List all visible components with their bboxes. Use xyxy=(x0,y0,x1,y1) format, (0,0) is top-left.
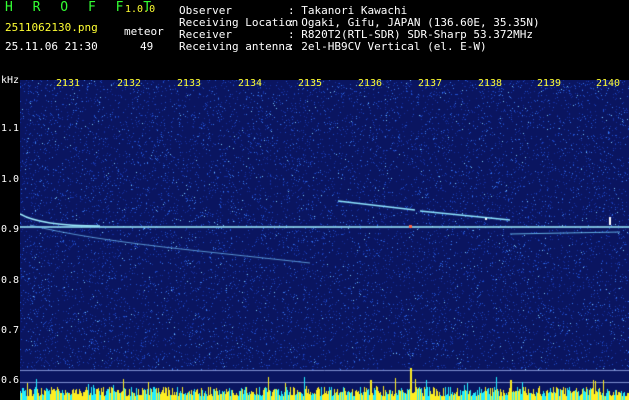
y-tick-label: 0.8 xyxy=(1,275,20,286)
x-tick-label: 2140 xyxy=(596,78,621,89)
x-tick-label: 2135 xyxy=(298,78,323,89)
x-tick-label: 2134 xyxy=(238,78,263,89)
y-tick-label: 1.1 xyxy=(1,123,20,134)
y-tick-label: 1.0 xyxy=(1,174,20,185)
file-date: 25.11.06 21:30 xyxy=(5,40,98,53)
spectrogram-canvas xyxy=(20,80,629,400)
header-panel: H R O F F T 1.0.0 2511062130.png 25.11.0… xyxy=(0,0,629,74)
x-tick-label: 2133 xyxy=(177,78,202,89)
app-version: 1.0.0 xyxy=(125,4,156,15)
axis-unit-label: kHz xyxy=(1,75,20,86)
x-tick-label: 2137 xyxy=(418,78,443,89)
x-tick-label: 2136 xyxy=(358,78,383,89)
file-name: 2511062130.png xyxy=(5,21,98,34)
x-tick-label: 2139 xyxy=(537,78,562,89)
y-tick-label: 0.7 xyxy=(1,325,20,336)
detection-count: 49 xyxy=(140,40,154,53)
antenna-value: : 2el-HB9CV Vertical (el. E-W) xyxy=(288,40,487,53)
x-tick-label: 2138 xyxy=(478,78,503,89)
x-tick-label: 2132 xyxy=(117,78,142,89)
y-tick-label: 0.6 xyxy=(1,375,20,386)
antenna-label: Receiving antenna xyxy=(179,40,292,53)
x-tick-label: 2131 xyxy=(56,78,81,89)
detection-mode: meteor xyxy=(124,25,164,38)
y-tick-label: 0.9 xyxy=(1,224,20,235)
